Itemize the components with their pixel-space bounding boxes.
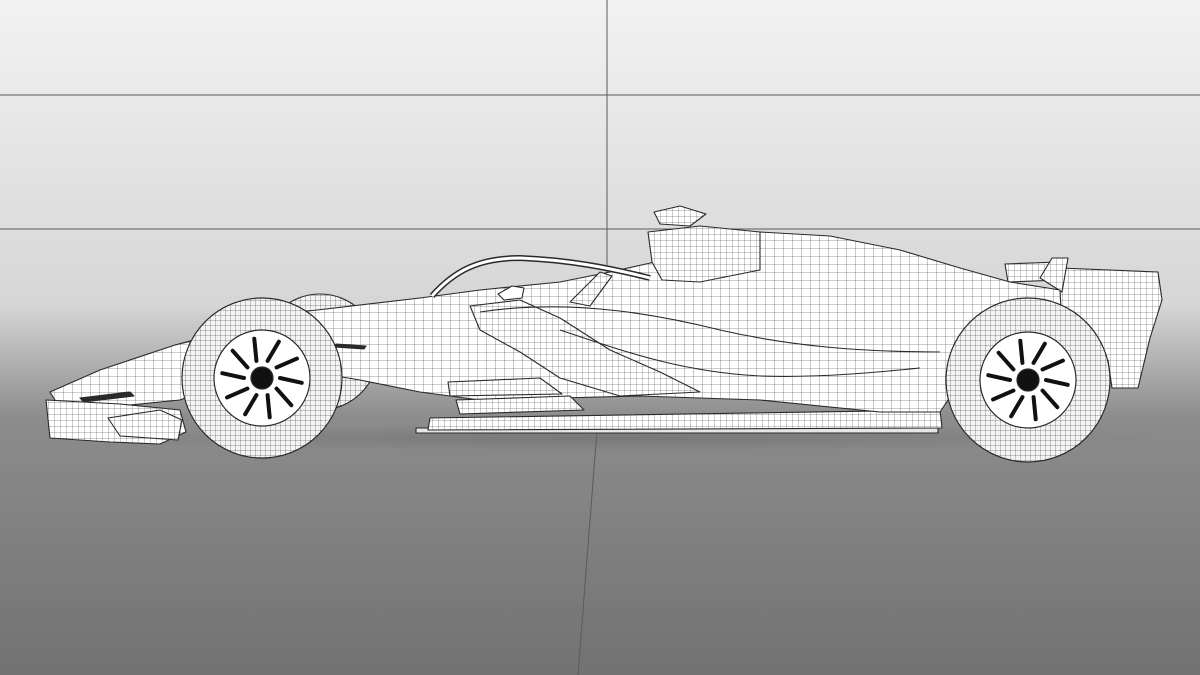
airbox — [647, 225, 761, 283]
rim-spoke — [265, 393, 272, 420]
viewport — [0, 0, 1200, 675]
rim-spoke — [252, 336, 259, 363]
rim-spoke — [1031, 395, 1038, 422]
rim-spoke — [1018, 338, 1025, 365]
front-wheel — [181, 297, 343, 459]
rear-wheel — [945, 297, 1111, 463]
render-canvas — [0, 0, 1200, 675]
front-hub-icon — [250, 366, 274, 390]
rear-hub-icon — [1016, 368, 1040, 392]
